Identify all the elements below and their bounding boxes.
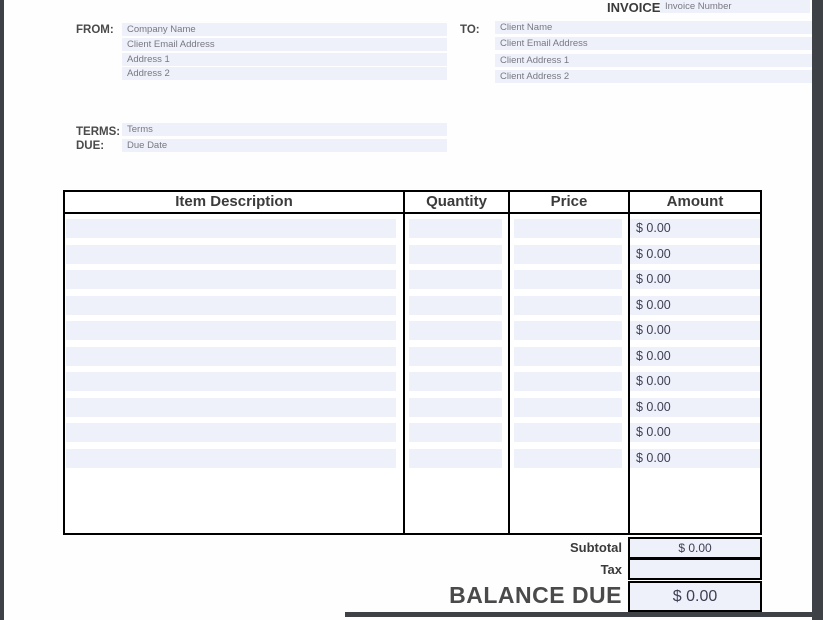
quantity-input[interactable]	[409, 423, 502, 442]
window-edge-bottom	[345, 612, 812, 617]
item-description-input[interactable]	[66, 219, 396, 238]
terms-label: TERMS:	[76, 126, 120, 138]
price-input[interactable]	[514, 321, 622, 340]
header-price: Price	[510, 193, 628, 210]
price-input[interactable]	[514, 296, 622, 315]
invoice-number-input[interactable]: Invoice Number	[660, 0, 810, 13]
tax-label: Tax	[63, 562, 622, 577]
header-quantity: Quantity	[405, 193, 508, 210]
quantity-input[interactable]	[409, 296, 502, 315]
table-row: $ 0.00	[65, 372, 760, 391]
amount-cell: $ 0.00	[630, 296, 760, 315]
amount-cell: $ 0.00	[630, 372, 760, 391]
balance-due-label: BALANCE DUE	[63, 582, 622, 609]
table-row: $ 0.00	[65, 347, 760, 366]
price-input[interactable]	[514, 372, 622, 391]
quantity-input[interactable]	[409, 321, 502, 340]
window-edge-left	[0, 0, 4, 620]
item-description-input[interactable]	[66, 245, 396, 264]
price-input[interactable]	[514, 245, 622, 264]
quantity-input[interactable]	[409, 347, 502, 366]
item-description-input[interactable]	[66, 270, 396, 289]
subtotal-value: $ 0.00	[628, 537, 762, 559]
item-description-input[interactable]	[66, 296, 396, 315]
table-row: $ 0.00	[65, 398, 760, 417]
from-field-1[interactable]: Client Email Address	[122, 38, 447, 51]
header-item-description: Item Description	[65, 193, 403, 210]
price-input[interactable]	[514, 449, 622, 468]
amount-cell: $ 0.00	[630, 321, 760, 340]
to-field-0[interactable]: Client Name	[495, 21, 812, 34]
line-items-table: Item Description Quantity Price Amount $…	[63, 190, 762, 535]
item-description-input[interactable]	[66, 423, 396, 442]
amount-cell: $ 0.00	[630, 347, 760, 366]
quantity-input[interactable]	[409, 245, 502, 264]
table-row: $ 0.00	[65, 321, 760, 340]
table-row: $ 0.00	[65, 423, 760, 442]
from-field-2[interactable]: Address 1	[122, 53, 447, 66]
amount-cell: $ 0.00	[630, 449, 760, 468]
terms-input[interactable]: Terms	[122, 123, 447, 136]
to-field-3[interactable]: Client Address 2	[495, 70, 812, 83]
price-input[interactable]	[514, 270, 622, 289]
header-amount: Amount	[630, 193, 760, 210]
table-row: $ 0.00	[65, 270, 760, 289]
amount-cell: $ 0.00	[630, 219, 760, 238]
due-date-input[interactable]: Due Date	[122, 139, 447, 152]
from-field-0[interactable]: Company Name	[122, 23, 447, 36]
from-field-3[interactable]: Address 2	[122, 67, 447, 80]
balance-due-value: $ 0.00	[628, 581, 762, 612]
item-description-input[interactable]	[66, 347, 396, 366]
to-field-2[interactable]: Client Address 1	[495, 54, 812, 67]
quantity-input[interactable]	[409, 372, 502, 391]
invoice-template-page: INVOICE Invoice Number FROM: Company Nam…	[0, 0, 823, 620]
quantity-input[interactable]	[409, 219, 502, 238]
amount-cell: $ 0.00	[630, 423, 760, 442]
subtotal-label: Subtotal	[63, 540, 622, 555]
tax-input[interactable]	[628, 558, 762, 580]
item-description-input[interactable]	[66, 321, 396, 340]
to-label: TO:	[460, 24, 480, 36]
price-input[interactable]	[514, 219, 622, 238]
amount-cell: $ 0.00	[630, 245, 760, 264]
from-label: FROM:	[76, 24, 114, 36]
window-edge-right	[812, 0, 823, 620]
price-input[interactable]	[514, 398, 622, 417]
item-description-input[interactable]	[66, 449, 396, 468]
quantity-input[interactable]	[409, 398, 502, 417]
table-row: $ 0.00	[65, 296, 760, 315]
item-description-input[interactable]	[66, 372, 396, 391]
table-row: $ 0.00	[65, 245, 760, 264]
table-header-row: Item Description Quantity Price Amount	[65, 192, 760, 214]
table-row: $ 0.00	[65, 219, 760, 238]
to-field-1[interactable]: Client Email Address	[495, 37, 812, 50]
due-label: DUE:	[76, 140, 104, 152]
price-input[interactable]	[514, 347, 622, 366]
invoice-title: INVOICE	[607, 0, 660, 15]
amount-cell: $ 0.00	[630, 270, 760, 289]
item-description-input[interactable]	[66, 398, 396, 417]
quantity-input[interactable]	[409, 449, 502, 468]
amount-cell: $ 0.00	[630, 398, 760, 417]
price-input[interactable]	[514, 423, 622, 442]
quantity-input[interactable]	[409, 270, 502, 289]
table-row: $ 0.00	[65, 449, 760, 468]
